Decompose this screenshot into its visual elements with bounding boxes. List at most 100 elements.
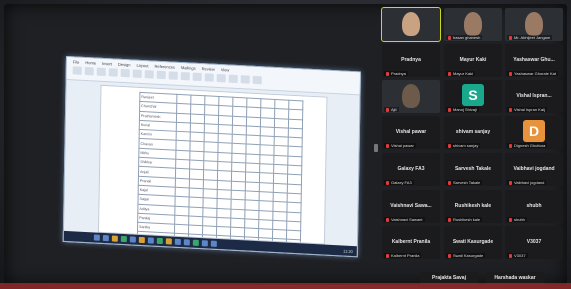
ribbon-tab[interactable]: Mailings (181, 65, 196, 71)
participant-label-text: shubh (514, 217, 525, 222)
taskbar-app-icon[interactable] (111, 235, 118, 242)
ribbon-tab[interactable]: Home (85, 60, 96, 66)
participant-tile[interactable]: Yashaswar Ghu... Yashaswar Ghorale Kat (505, 44, 563, 77)
participant-tile[interactable]: Kalbernt Pranila Kalbernt Pranila (382, 226, 440, 259)
participant-tile[interactable]: V3037 V3037 (505, 226, 563, 259)
tool-icon[interactable] (72, 66, 82, 75)
participant-label-text: Manoj Shivaji (453, 107, 477, 112)
participant-tile[interactable]: Pradnya Pradnya (382, 44, 440, 77)
participant-name: Prajakta Savaj (432, 275, 466, 281)
tool-icon[interactable] (240, 75, 250, 84)
participant-label-text: Pradnya (391, 71, 406, 76)
taskbar-app-icon[interactable] (102, 234, 109, 242)
tool-icon[interactable] (132, 69, 142, 78)
taskbar-app-icon[interactable] (138, 236, 145, 244)
participant-label: Kalbernt Pranila (384, 253, 422, 258)
tool-icon[interactable] (120, 68, 130, 78)
participant-tile[interactable] (381, 7, 441, 42)
panel-resize-handle[interactable] (374, 144, 378, 152)
participant-label-text: Ajit (391, 107, 397, 112)
participant-name: Yashaswar Ghu... (513, 57, 555, 64)
taskbar-app-icon[interactable] (156, 237, 163, 245)
participant-label: Mayur Kaki (446, 71, 476, 76)
participant-tile[interactable]: shubh shubh (505, 190, 563, 223)
participant-tile[interactable]: Vishal pawar Vishal pawar (382, 116, 440, 149)
mic-muted-icon (509, 107, 512, 112)
participant-label-text: Dignesh Ghuttura (514, 143, 546, 148)
participant-tile[interactable]: Mr. Abhijeet Jangam (505, 8, 563, 41)
participant-label-text: Vaishnavi Sawant (391, 217, 423, 222)
mic-muted-icon (448, 107, 451, 112)
mic-muted-icon (386, 71, 389, 76)
participant-tile[interactable]: Vaibhavi jogdand Vaibhavi jogdand (505, 153, 563, 186)
ribbon-tab[interactable]: Design (118, 62, 131, 68)
taskbar-app-icon[interactable] (147, 237, 154, 244)
tool-icon[interactable] (168, 71, 178, 80)
participant-name: Swati Kasurgade (452, 239, 494, 246)
participant-label-text: Mr. Abhijeet Jangam (514, 35, 551, 40)
taskbar-app-icon[interactable] (183, 239, 190, 246)
tool-icon[interactable] (192, 72, 202, 82)
participant-tile[interactable]: S Manoj Shivaji (444, 80, 502, 113)
participant-avatar: D (523, 119, 545, 142)
ribbon-tab[interactable]: View (221, 67, 230, 72)
participant-name: Kalbernt Pranila (391, 239, 431, 246)
participant-label: Dignesh Ghuttura (507, 143, 548, 148)
mic-muted-icon (448, 180, 451, 185)
participant-tile[interactable]: Vishal Ispran... Vishal Ispran Kalj (505, 80, 563, 113)
mic-muted-icon (386, 143, 389, 148)
participant-tile[interactable]: hasan ghanesh (444, 8, 502, 41)
ribbon-tab[interactable]: References (154, 64, 175, 70)
taskbar-app-icon[interactable] (165, 238, 172, 245)
participant-label-text: Swati Kasurgade (453, 253, 484, 258)
participant-tile[interactable]: Ajit (382, 80, 440, 113)
ribbon-tab[interactable]: Insert (102, 61, 112, 67)
participant-label: Sarvesh Takale (446, 180, 483, 185)
participant-tile[interactable]: Galaxy FA3 Galaxy FA3 (382, 153, 440, 186)
tool-icon[interactable] (228, 74, 238, 83)
taskbar-app-icon[interactable] (192, 239, 199, 246)
participant-tile[interactable]: Vaishnavi Sawa... Vaishnavi Sawant (382, 190, 440, 223)
ribbon-tab[interactable]: Layout (136, 63, 148, 69)
participant-label-text: shivam sanjay (453, 143, 479, 148)
participant-label-text: Kalbernt Pranila (391, 253, 420, 258)
taskbar-app-icon[interactable] (93, 234, 100, 241)
participant-tile[interactable]: Sarvesh Takale Sarvesh Takale (444, 153, 502, 186)
taskbar-app-icon[interactable] (201, 240, 208, 247)
participant-tile[interactable]: Swati Kasurgade Swati Kasurgade (444, 226, 502, 259)
participant-tile[interactable]: Mayur Kaki Mayur Kaki (444, 44, 502, 77)
taskbar-app-icon[interactable] (174, 238, 181, 246)
participant-label-text: Vishal pawar (391, 143, 414, 148)
participant-name: Galaxy FA3 (397, 166, 425, 173)
mic-muted-icon (509, 143, 512, 148)
participant-label-text: V3037 (514, 253, 526, 258)
mic-muted-icon (386, 107, 389, 112)
tool-icon[interactable] (252, 75, 262, 85)
taskbar-app-icon[interactable] (129, 236, 136, 243)
participant-name: shivam sanjay (455, 129, 491, 136)
tool-icon[interactable] (204, 73, 214, 82)
bottom-strip (0, 283, 571, 289)
participant-video (402, 84, 420, 108)
taskbar-app-icon[interactable] (120, 235, 127, 243)
ribbon-tab[interactable]: Review (202, 66, 215, 72)
tool-icon[interactable] (108, 68, 118, 77)
tool-icon[interactable] (144, 70, 154, 79)
participant-label: Pradnya (384, 71, 408, 76)
mic-muted-icon (448, 71, 451, 76)
participant-tile[interactable]: shivam sanjay shivam sanjay (444, 116, 502, 149)
ribbon-tab[interactable]: File (73, 59, 80, 64)
mic-muted-icon (448, 253, 451, 258)
participant-video (402, 12, 420, 36)
mic-muted-icon (386, 253, 389, 258)
tool-icon[interactable] (84, 66, 94, 76)
taskbar-app-icon[interactable] (210, 240, 217, 247)
shared-screen: File Home Insert Design Layout References Mail… (62, 56, 361, 258)
participant-tile[interactable]: Rushikesh kale Rushikesh kale (444, 190, 502, 223)
tool-icon[interactable] (216, 73, 226, 83)
tool-icon[interactable] (96, 67, 106, 77)
tool-icon[interactable] (156, 70, 166, 80)
participant-tile[interactable]: D Dignesh Ghuttura (505, 116, 563, 149)
tool-icon[interactable] (180, 72, 190, 81)
document-page[interactable]: Ranjeet Chanchal Prathamesh Kunal Kamini Chav… (97, 84, 328, 245)
